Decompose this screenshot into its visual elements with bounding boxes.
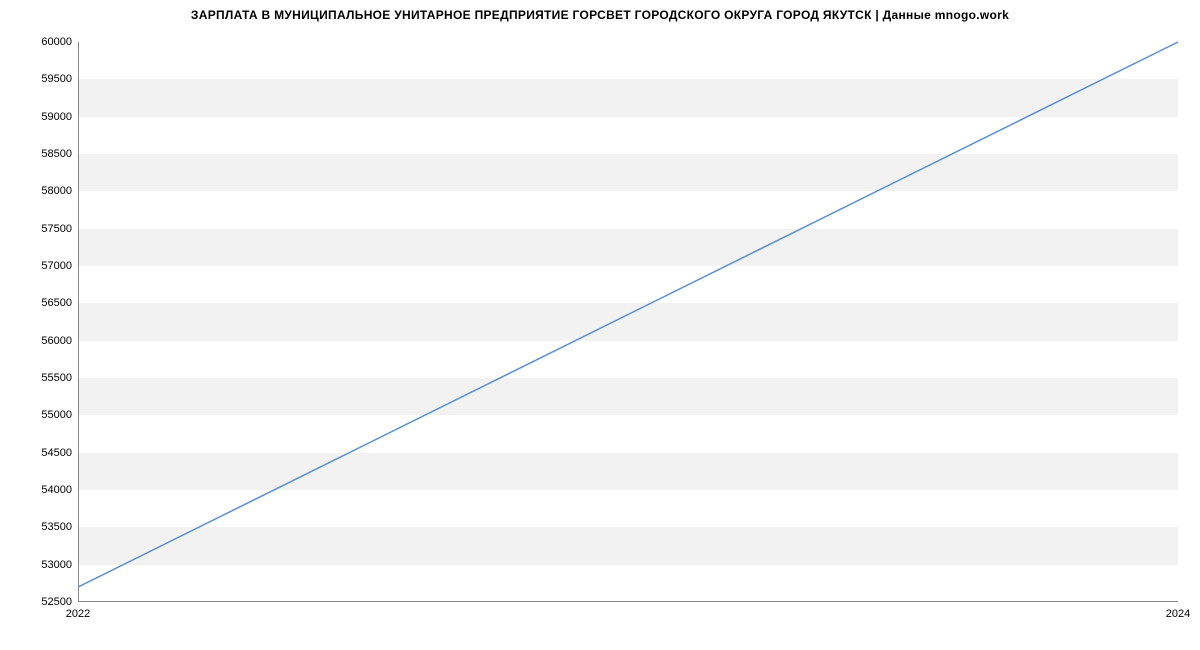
- chart-title: ЗАРПЛАТА В МУНИЦИПАЛЬНОЕ УНИТАРНОЕ ПРЕДП…: [0, 8, 1200, 22]
- line-series: [78, 42, 1178, 602]
- y-tick-label: 60000: [22, 36, 72, 48]
- y-tick-label: 58500: [22, 148, 72, 160]
- x-tick-label: 2022: [66, 608, 90, 620]
- y-tick-label: 56000: [22, 335, 72, 347]
- y-tick-label: 57500: [22, 223, 72, 235]
- y-tick-label: 57000: [22, 260, 72, 272]
- y-tick-label: 53000: [22, 559, 72, 571]
- y-tick-label: 55000: [22, 409, 72, 421]
- y-tick-label: 52500: [22, 596, 72, 608]
- y-tick-label: 58000: [22, 185, 72, 197]
- y-tick-label: 55500: [22, 372, 72, 384]
- y-tick-label: 59500: [22, 73, 72, 85]
- y-tick-label: 54000: [22, 484, 72, 496]
- y-tick-label: 56500: [22, 297, 72, 309]
- y-tick-label: 54500: [22, 447, 72, 459]
- x-tick-label: 2024: [1166, 608, 1190, 620]
- y-tick-label: 53500: [22, 521, 72, 533]
- y-tick-label: 59000: [22, 111, 72, 123]
- plot-area: [78, 42, 1178, 602]
